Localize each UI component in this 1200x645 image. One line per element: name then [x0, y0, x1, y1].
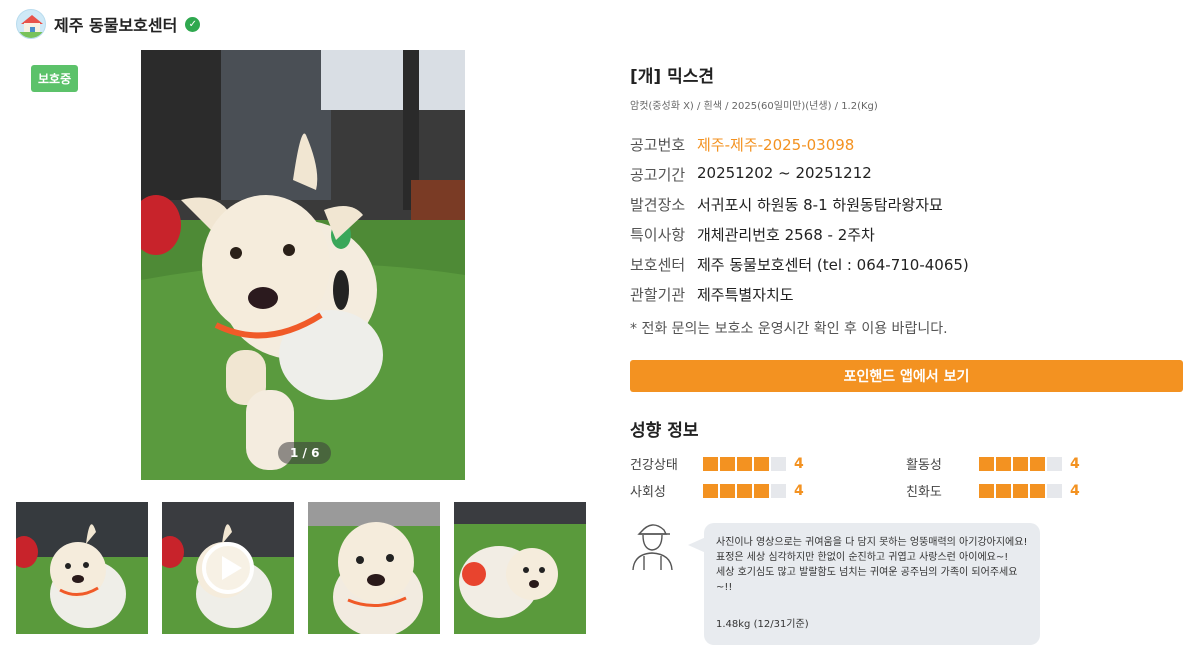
phone-notice: * 전화 문의는 보호소 운영시간 확인 후 이용 바랍니다.	[630, 321, 948, 337]
rating-segment	[720, 483, 735, 498]
special-notes-value: 개체관리번호 2568 - 2주차	[697, 226, 875, 244]
shelter-name[interactable]: 제주 동물보호센터	[54, 12, 177, 36]
thumbnail-2-video[interactable]	[162, 502, 294, 634]
shelter-header[interactable]: 제주 동물보호센터 ✓	[16, 8, 201, 40]
trait-label: 친화도	[906, 485, 942, 500]
photo-counter: 1 / 6	[278, 442, 332, 464]
trait-label: 사회성	[630, 485, 666, 500]
found-place-value: 서귀포시 하원동 8-1 하원동탐라왕자묘	[697, 196, 943, 214]
status-badge: 보호중	[31, 65, 79, 92]
trait-value: 4	[1070, 455, 1080, 472]
main-photo[interactable]: 1 / 6	[141, 50, 465, 480]
thumbnail-4[interactable]	[454, 502, 586, 634]
rating-segment	[979, 456, 994, 471]
thumbnail-strip	[16, 502, 586, 634]
rating-segment	[1047, 456, 1062, 471]
info-row-shelter: 보호센터 제주 동물보호센터 (tel : 064-710-4065)	[630, 254, 1183, 284]
rating-segment	[1030, 456, 1045, 471]
animal-title: [개] 믹스견	[630, 67, 715, 87]
info-row-special-notes: 특이사항 개체관리번호 2568 - 2주차	[630, 224, 1183, 254]
trait-activity: 활동성 4	[906, 455, 1182, 474]
trait-value: 4	[794, 482, 804, 499]
rating-segment	[1030, 483, 1045, 498]
thumbnail-3[interactable]	[308, 502, 440, 634]
trait-health: 건강상태 4	[630, 455, 906, 474]
rating-segment	[1013, 483, 1028, 498]
rating-segment	[703, 483, 718, 498]
info-row-period: 공고기간 20251202 ~ 20251212	[630, 164, 1183, 194]
trait-label: 건강상태	[630, 458, 678, 473]
comment-line: 사진이나 영상으로는 귀여움을 다 담지 못하는 엉뚱매력의 아기강아지에요!	[716, 537, 1028, 548]
trait-label: 활동성	[906, 458, 942, 473]
trait-sociability: 사회성 4	[630, 482, 906, 501]
traits-grid: 건강상태 4 활동성 4 사회성 4 친화도 4	[630, 455, 1183, 501]
rating-segment	[996, 483, 1011, 498]
comment-line: 세상 호기심도 많고 발랄함도 넘치는 귀여운 공주님의 가족이 되어주세요~!…	[716, 567, 1018, 593]
animal-subinfo: 암컷(중성화 X) / 흰색 / 2025(60일미만)(년생) / 1.2(K…	[630, 101, 878, 112]
traits-section-title: 성향 정보	[630, 421, 699, 441]
rating-segment	[703, 456, 718, 471]
info-row-found-place: 발견장소 서귀포시 하원동 8-1 하원동탐라왕자묘	[630, 194, 1183, 224]
rating-segment	[979, 483, 994, 498]
trait-value: 4	[1070, 482, 1080, 499]
shelter-value: 제주 동물보호센터 (tel : 064-710-4065)	[697, 256, 969, 274]
staff-comment-bubble: 사진이나 영상으로는 귀여움을 다 담지 못하는 엉뚱매력의 아기강아지에요! …	[688, 523, 1040, 645]
rating-segment	[771, 456, 786, 471]
thumbnail-1[interactable]	[16, 502, 148, 634]
authority-value: 제주특별자치도	[697, 286, 794, 304]
comment-line: 표정은 세상 심각하지만 한없이 순진하고 귀엽고 사랑스런 아이에요~!	[716, 552, 1009, 563]
rating-segment	[771, 483, 786, 498]
rating-segment	[1047, 483, 1062, 498]
info-key: 공고기간	[630, 166, 686, 184]
info-key: 발견장소	[630, 196, 686, 214]
play-video-icon[interactable]	[202, 542, 254, 594]
rating-segment	[754, 483, 769, 498]
puppy-photo-illustration	[141, 50, 465, 480]
rating-segment	[737, 456, 752, 471]
info-key: 보호센터	[630, 256, 686, 274]
rating-segment	[754, 456, 769, 471]
animal-detail-panel: [개] 믹스견 암컷(중성화 X) / 흰색 / 2025(60일미만)(년생)…	[630, 62, 1183, 501]
trait-rating-bar	[703, 456, 786, 471]
open-in-app-button[interactable]: 포인핸드 앱에서 보기	[630, 360, 1183, 392]
comment-weight: 1.48kg (12/31기준)	[716, 619, 809, 630]
rating-segment	[737, 483, 752, 498]
info-key: 관할기관	[630, 286, 686, 304]
rating-segment	[996, 456, 1011, 471]
trait-value: 4	[794, 455, 804, 472]
notice-number-value: 제주-제주-2025-03098	[697, 136, 855, 154]
info-row-notice-number: 공고번호 제주-제주-2025-03098	[630, 134, 1183, 164]
verified-check-icon: ✓	[185, 16, 201, 32]
trait-rating-bar	[703, 483, 786, 498]
staff-avatar-icon	[630, 520, 676, 572]
rating-segment	[720, 456, 735, 471]
shelter-logo-icon	[16, 9, 46, 39]
info-key: 특이사항	[630, 226, 686, 244]
info-table: 공고번호 제주-제주-2025-03098 공고기간 20251202 ~ 20…	[630, 134, 1183, 314]
period-value: 20251202 ~ 20251212	[697, 164, 872, 182]
trait-rating-bar	[979, 483, 1062, 498]
trait-friendliness: 친화도 4	[906, 482, 1182, 501]
trait-rating-bar	[979, 456, 1062, 471]
rating-segment	[1013, 456, 1028, 471]
info-key: 공고번호	[630, 136, 686, 154]
info-row-authority: 관할기관 제주특별자치도	[630, 284, 1183, 314]
